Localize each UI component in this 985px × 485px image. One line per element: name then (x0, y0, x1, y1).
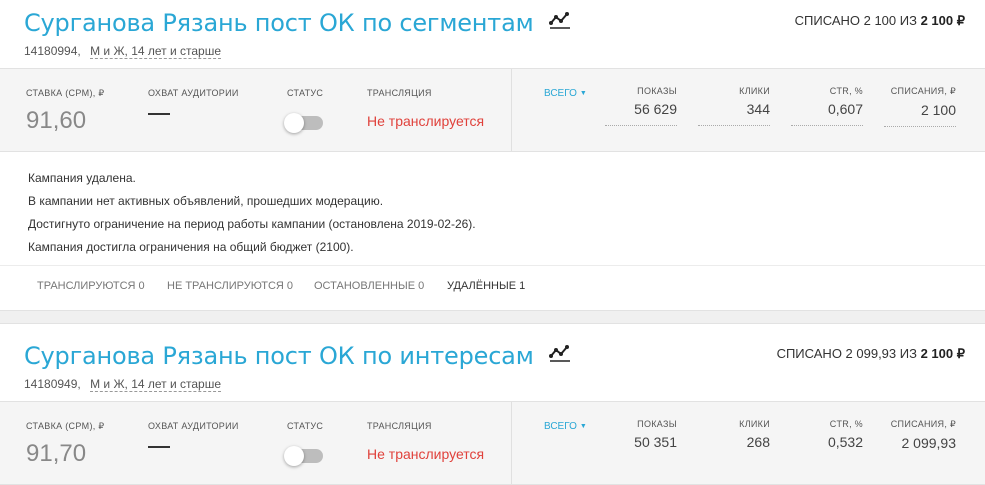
spent-total: 2 100 ₽ (920, 346, 965, 361)
stat-ctr: CTR, % 0,532 (828, 419, 863, 450)
stat-label: ПОКАЗЫ (637, 419, 677, 429)
message: В кампании нет активных объявлений, прош… (28, 194, 384, 208)
campaign-id: 14180949, (24, 377, 81, 391)
bid-value: 91,70 (26, 440, 87, 467)
message: Кампания достигла ограничения на общий б… (28, 240, 354, 254)
campaign-card: Сурганова Рязань пост ОК по сегментам 14… (0, 0, 985, 306)
toggle-knob[interactable] (284, 446, 304, 466)
spent-summary: СПИСАНО 2 099,93 ИЗ 2 100 ₽ (777, 346, 965, 362)
stat-value: 0,532 (827, 434, 863, 450)
status-toggle[interactable] (284, 113, 323, 133)
period-dropdown-label[interactable]: ВСЕГО (544, 88, 577, 99)
stat-clicks: КЛИКИ 344 (698, 86, 770, 126)
campaign-meta: 14180994, М и Ж, 14 лет и старше (24, 44, 222, 59)
spent-prefix: СПИСАНО 2 099,93 ИЗ (776, 346, 917, 361)
divider (511, 402, 512, 484)
audience-link[interactable]: М и Ж, 14 лет и старше (90, 44, 222, 59)
sparkline-placeholder (605, 125, 677, 126)
broadcast-status: Не транслируется (367, 446, 485, 462)
spent-total: 2 100 ₽ (920, 13, 965, 28)
campaign-messages: Кампания удалена. В кампании нет активны… (0, 152, 985, 265)
toggle-knob[interactable] (284, 113, 304, 133)
broadcast-label: ТРАНСЛЯЦИЯ (367, 421, 432, 431)
tab-not-broadcasting[interactable]: НЕ ТРАНСЛИРУЮТСЯ 0 (167, 280, 293, 292)
spent-prefix: СПИСАНО 2 100 ИЗ (794, 13, 917, 28)
status-toggle[interactable] (284, 446, 323, 466)
stat-clicks: КЛИКИ 268 (739, 419, 770, 450)
status-label: СТАТУС (287, 421, 324, 431)
stat-value: 2 099,93 (901, 435, 957, 451)
campaign-id: 14180994, (24, 44, 81, 58)
period-dropdown[interactable]: ВСЕГО ▼ (544, 421, 587, 432)
stat-value: 0,607 (827, 101, 863, 117)
chart-line-icon[interactable] (548, 7, 571, 35)
reach-label: ОХВАТ АУДИТОРИИ (148, 88, 239, 98)
stat-spend: СПИСАНИЯ, ₽ 2 099,93 (891, 419, 956, 451)
message: Достигнуто ограничение на период работы … (28, 217, 476, 231)
status-label: СТАТУС (287, 88, 324, 98)
period-dropdown[interactable]: ВСЕГО ▼ (544, 88, 587, 99)
stat-value: 268 (746, 434, 770, 450)
campaign-card: Сурганова Рязань пост ОК по интересам 14… (0, 333, 985, 485)
stat-label: КЛИКИ (739, 86, 770, 96)
stat-label: CTR, % (829, 86, 863, 96)
period-dropdown-label[interactable]: ВСЕГО (544, 421, 577, 432)
campaign-header: Сурганова Рязань пост ОК по сегментам 14… (0, 0, 985, 68)
broadcast-label: ТРАНСЛЯЦИЯ (367, 88, 432, 98)
caret-down-icon[interactable]: ▼ (580, 90, 587, 97)
reach-value (148, 113, 170, 115)
campaign-title-text[interactable]: Сурганова Рязань пост ОК по сегментам (24, 9, 534, 37)
bid-value: 91,60 (26, 107, 87, 134)
stat-label: CTR, % (829, 419, 863, 429)
campaign-title[interactable]: Сурганова Рязань пост ОК по интересам (24, 340, 571, 370)
campaign-title[interactable]: Сурганова Рязань пост ОК по сегментам (24, 7, 571, 37)
stat-value: 56 629 (634, 101, 677, 117)
sparkline-placeholder (791, 125, 863, 126)
chart-line-icon[interactable] (549, 340, 571, 368)
bid-label: СТАВКА (CPM), ₽ (26, 88, 105, 98)
message: Кампания удалена. (28, 171, 136, 185)
campaign-header: Сурганова Рязань пост ОК по интересам 14… (0, 333, 985, 401)
stat-label: ПОКАЗЫ (637, 86, 677, 96)
stat-value: 50 351 (634, 434, 677, 450)
stat-value: 2 100 (920, 102, 956, 118)
stat-ctr: CTR, % 0,607 (791, 86, 863, 126)
sparkline-placeholder (884, 126, 956, 127)
caret-down-icon[interactable]: ▼ (580, 423, 587, 430)
broadcast-status: Не транслируется (367, 113, 485, 129)
stat-label: СПИСАНИЯ, ₽ (890, 86, 956, 96)
reach-label: ОХВАТ АУДИТОРИИ (148, 421, 239, 431)
stats-panel: СТАВКА (CPM), ₽ 91,60 ОХВАТ АУДИТОРИИ СТ… (0, 68, 985, 152)
card-separator (0, 310, 985, 324)
campaign-meta: 14180949, М и Ж, 14 лет и старше (24, 377, 222, 392)
reach-value (148, 446, 170, 448)
stat-impressions: ПОКАЗЫ 56 629 (605, 86, 677, 126)
divider (511, 69, 512, 151)
stat-impressions: ПОКАЗЫ 50 351 (634, 419, 677, 450)
stats-panel: СТАВКА (CPM), ₽ 91,70 ОХВАТ АУДИТОРИИ СТ… (0, 401, 985, 485)
spent-summary: СПИСАНО 2 100 ИЗ 2 100 ₽ (795, 13, 965, 29)
stat-spend: СПИСАНИЯ, ₽ 2 100 (884, 86, 956, 127)
campaign-title-text[interactable]: Сурганова Рязань пост ОК по интересам (24, 342, 534, 370)
sparkline-placeholder (698, 125, 770, 126)
stat-value: 344 (746, 101, 770, 117)
tab-deleted[interactable]: УДАЛЁННЫЕ 1 (447, 280, 525, 292)
bid-label: СТАВКА (CPM), ₽ (26, 421, 105, 431)
tab-stopped[interactable]: ОСТАНОВЛЕННЫЕ 0 (314, 280, 424, 292)
ad-filter-tabs: ТРАНСЛИРУЮТСЯ 0 НЕ ТРАНСЛИРУЮТСЯ 0 ОСТАН… (0, 265, 985, 306)
stat-label: СПИСАНИЯ, ₽ (890, 419, 956, 429)
tab-broadcasting[interactable]: ТРАНСЛИРУЮТСЯ 0 (37, 280, 145, 292)
audience-link[interactable]: М и Ж, 14 лет и старше (90, 377, 222, 392)
stat-label: КЛИКИ (739, 419, 770, 429)
